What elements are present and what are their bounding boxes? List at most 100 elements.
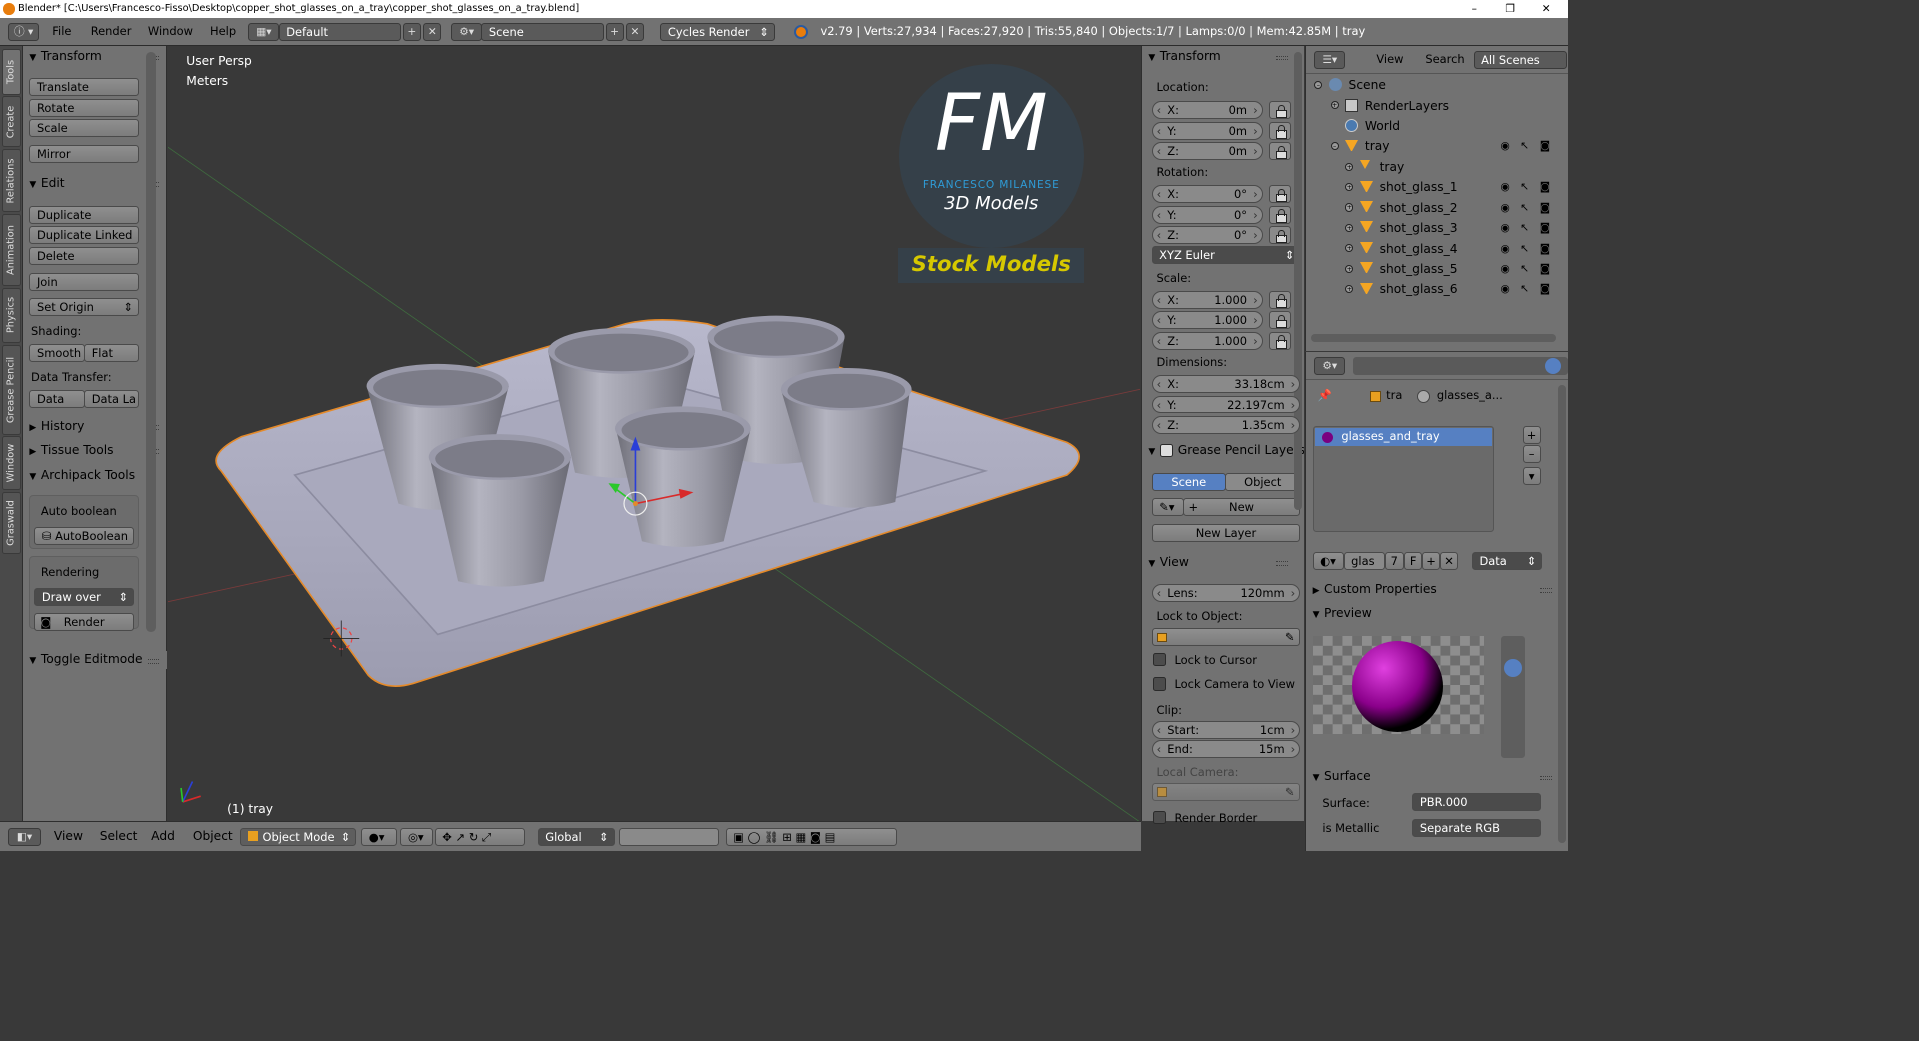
- scale-x-lock-icon[interactable]: [1269, 290, 1291, 309]
- lock-cursor-checkbox[interactable]: [1153, 652, 1167, 666]
- dimension-y-field[interactable]: Y: 22.197cm: [1151, 395, 1301, 414]
- link-select[interactable]: Data ⇕: [1471, 552, 1543, 571]
- eye-icon[interactable]: ◉: [1501, 136, 1510, 156]
- eye-icon[interactable]: ◉: [1501, 279, 1510, 299]
- n-transform-header[interactable]: ▼ Transform: [1148, 48, 1220, 66]
- outliner-display-mode[interactable]: All Scenes: [1473, 50, 1567, 69]
- browse-material-button[interactable]: ◐▾: [1312, 552, 1344, 571]
- menu-view[interactable]: View: [54, 829, 83, 843]
- breadcrumb-material[interactable]: glasses_a...: [1437, 388, 1503, 402]
- edit-panel-header[interactable]: ▼ Edit: [29, 175, 64, 193]
- outliner-row[interactable]: – Scene: [1306, 75, 1568, 95]
- panel-grip-icon[interactable]: [1276, 561, 1288, 567]
- eye-icon[interactable]: ◉: [1501, 177, 1510, 197]
- data-transfer-button[interactable]: Data: [29, 389, 85, 408]
- autoboolean-button[interactable]: ⛁ AutoBoolean: [34, 527, 134, 546]
- outliner-view-menu[interactable]: View: [1376, 51, 1403, 69]
- expand-toggle-icon[interactable]: +: [1330, 101, 1339, 110]
- outliner-row[interactable]: + shot_glass_2 ◉ ↖ ◙: [1306, 198, 1568, 218]
- outliner-row[interactable]: + RenderLayers: [1306, 96, 1568, 116]
- tissue-panel-header[interactable]: ▶ Tissue Tools: [29, 442, 113, 460]
- transform-panel-header[interactable]: ▼ Transform: [29, 48, 101, 66]
- data-layout-button[interactable]: Data La: [84, 389, 139, 408]
- lens-field[interactable]: Lens: 120mm: [1151, 584, 1301, 603]
- camera-icon[interactable]: ◙: [1540, 279, 1550, 299]
- expand-toggle-icon[interactable]: +: [1345, 162, 1354, 171]
- scale-z-field[interactable]: Z: 1.000: [1151, 331, 1263, 350]
- pencil-icon-select[interactable]: ✎▾: [1151, 498, 1185, 517]
- dimension-z-field[interactable]: Z: 1.35cm: [1151, 415, 1301, 434]
- fake-user-button[interactable]: F: [1404, 552, 1423, 571]
- expand-toggle-icon[interactable]: –: [1330, 142, 1339, 151]
- rotation-z-field[interactable]: Z: 0°: [1151, 226, 1263, 245]
- cursor-icon[interactable]: ↖: [1520, 136, 1529, 156]
- smooth-button[interactable]: Smooth: [29, 344, 85, 362]
- location-z-field[interactable]: Z: 0m: [1151, 142, 1263, 161]
- outliner-row[interactable]: +World: [1306, 116, 1568, 136]
- viewport-shading-select[interactable]: ●▾: [361, 828, 398, 846]
- expand-toggle-icon[interactable]: +: [1345, 223, 1354, 233]
- layout-remove-button[interactable]: ✕: [423, 22, 442, 41]
- scale-x-field[interactable]: X: 1.000: [1151, 290, 1263, 309]
- tab-relations[interactable]: Relations: [1, 148, 22, 213]
- render-engine-select[interactable]: Cycles Render ⇕: [660, 22, 775, 41]
- mode-select[interactable]: Object Mode ⇕: [240, 828, 357, 846]
- rotation-mode-select[interactable]: XYZ Euler ⇕: [1151, 245, 1301, 264]
- history-panel-header[interactable]: ▶ History: [29, 418, 84, 436]
- expand-toggle-icon[interactable]: +: [1345, 264, 1354, 273]
- metallic-input-select[interactable]: Separate RGB: [1412, 818, 1542, 837]
- expand-toggle-icon[interactable]: +: [1345, 244, 1354, 253]
- camera-icon[interactable]: ◙: [1540, 259, 1550, 279]
- menu-add[interactable]: Add: [151, 829, 175, 843]
- surface-header[interactable]: ▼ Surface: [1313, 768, 1371, 786]
- tab-graswald[interactable]: Graswald: [1, 491, 22, 555]
- delete-button[interactable]: Delete: [29, 246, 139, 265]
- grease-pencil-header[interactable]: ▼ Grease Pencil Layers: [1148, 441, 1303, 459]
- set-origin-dropdown[interactable]: Set Origin ⇕: [29, 298, 139, 317]
- panel-grip-icon[interactable]: [1276, 55, 1288, 61]
- tab-tools[interactable]: Tools: [1, 49, 22, 95]
- menu-window[interactable]: Window: [148, 23, 193, 41]
- outliner-row[interactable]: – tray ◉ ↖ ◙: [1306, 136, 1568, 156]
- rotate-button[interactable]: Rotate: [29, 98, 139, 117]
- translate-button[interactable]: Translate: [29, 78, 139, 97]
- location-x-field[interactable]: X: 0m: [1151, 101, 1263, 120]
- sphere-preview-icon[interactable]: [1503, 659, 1522, 678]
- join-button[interactable]: Join: [29, 272, 139, 291]
- duplicate-button[interactable]: Duplicate: [29, 205, 139, 224]
- scale-y-lock-icon[interactable]: [1269, 311, 1291, 330]
- eye-icon[interactable]: ◉: [1501, 218, 1510, 238]
- scale-button[interactable]: Scale: [29, 119, 139, 138]
- camera-icon[interactable]: ◙: [1540, 218, 1550, 238]
- material-slot-list[interactable]: glasses_and_tray: [1312, 425, 1494, 532]
- cursor-icon[interactable]: ↖: [1520, 198, 1529, 218]
- archipack-panel-header[interactable]: ▼ Archipack Tools: [29, 467, 160, 485]
- outliner-row[interactable]: + shot_glass_6 ◉ ↖ ◙: [1306, 279, 1568, 299]
- view-panel-header[interactable]: ▼ View: [1148, 554, 1189, 572]
- breadcrumb-object[interactable]: tra: [1386, 388, 1402, 402]
- close-window-button[interactable]: ✕: [1528, 0, 1564, 18]
- tab-physics[interactable]: Physics: [1, 287, 22, 344]
- outliner-search-menu[interactable]: Search: [1425, 51, 1464, 69]
- tab-grease-pencil[interactable]: Grease Pencil: [1, 344, 22, 435]
- material-tab-icon[interactable]: [1544, 357, 1562, 375]
- preview-header[interactable]: ▼ Preview: [1313, 605, 1372, 623]
- eye-icon[interactable]: ◉: [1501, 198, 1510, 218]
- custom-properties-header[interactable]: ▶ Custom Properties: [1313, 581, 1437, 599]
- rotation-x-lock-icon[interactable]: [1269, 185, 1291, 204]
- orientation-select[interactable]: Global ⇕: [537, 828, 615, 846]
- duplicate-linked-button[interactable]: Duplicate Linked: [29, 226, 139, 245]
- outliner-row[interactable]: + shot_glass_4 ◉ ↖ ◙: [1306, 239, 1568, 259]
- layout-icon[interactable]: ▦▾: [248, 22, 280, 41]
- expand-toggle-icon[interactable]: +: [1345, 285, 1354, 294]
- remove-slot-button[interactable]: –: [1522, 444, 1541, 463]
- outliner-hscrollbar[interactable]: [1310, 334, 1557, 343]
- tab-window[interactable]: Window: [1, 436, 22, 491]
- panel-grip-icon[interactable]: [1540, 588, 1552, 594]
- location-y-field[interactable]: Y: 0m: [1151, 121, 1263, 140]
- menu-help[interactable]: Help: [210, 23, 236, 41]
- tab-create[interactable]: Create: [1, 96, 22, 148]
- info-editor-type-icon[interactable]: ⓘ ▾: [8, 22, 40, 41]
- manipulator-buttons[interactable]: ✥ ↗ ↻ ⤢: [434, 828, 525, 846]
- menu-file[interactable]: File: [52, 23, 71, 41]
